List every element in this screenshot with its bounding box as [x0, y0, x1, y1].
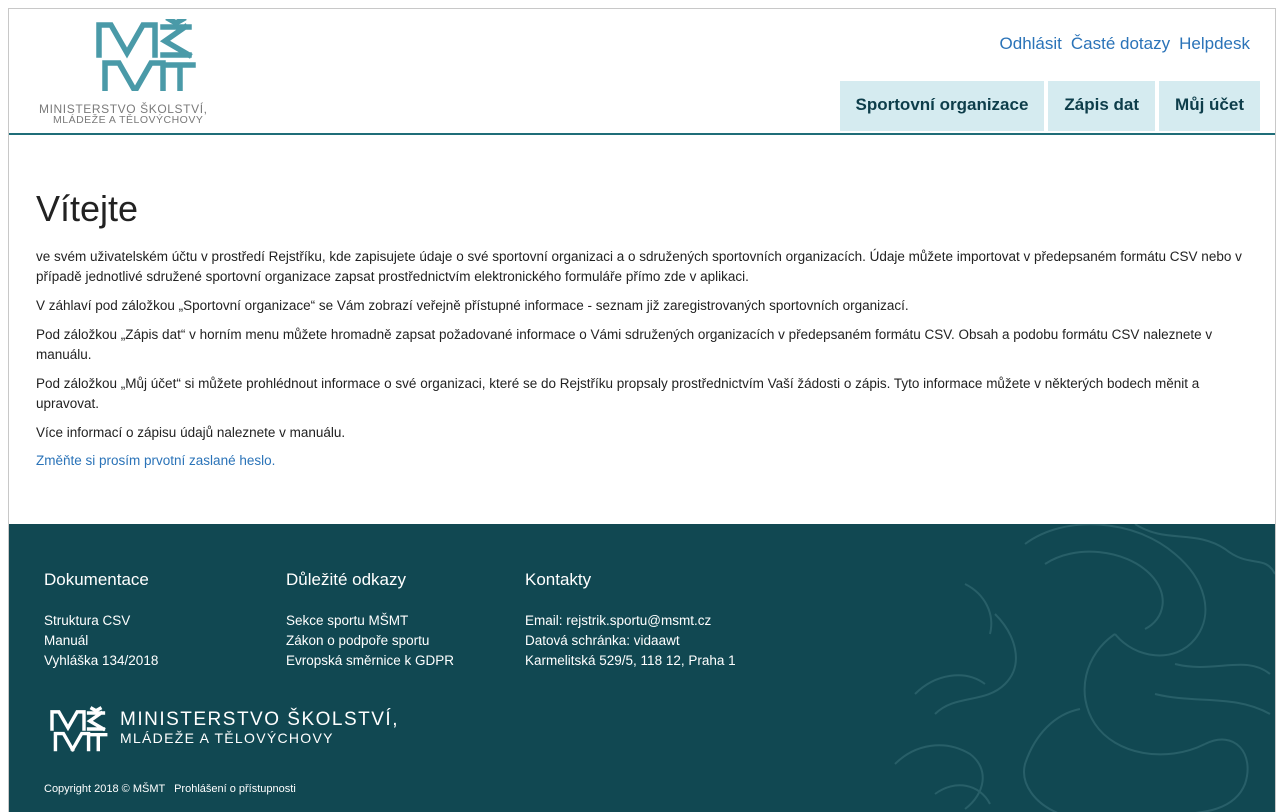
footer-col-title: Důležité odkazy — [286, 570, 407, 589]
footer-link-csv-structure[interactable]: Struktura CSV — [44, 611, 158, 631]
intro-paragraph-5: Více informací o zápisu údajů naleznete … — [36, 425, 346, 440]
main-content: Vítejte ve svém uživatelském účtu v pros… — [9, 137, 1275, 470]
site-footer: Dokumentace Struktura CSV Manuál Vyhlášk… — [9, 524, 1275, 812]
czech-lion-watermark-icon — [894, 524, 1275, 812]
footer-logo-line2: MLÁDEŽE A TĚLOVÝCHOVY — [120, 730, 334, 746]
footer-col-title: Kontakty — [525, 570, 592, 589]
footer-col-contacts: Kontakty Email: rejstrik.sportu@msmt.cz … — [525, 570, 736, 671]
footer-logo-mark — [50, 706, 108, 752]
footer-logo-line1: MINISTERSTVO ŠKOLSTVÍ, — [120, 709, 399, 730]
page-frame: MINISTERSTVO ŠKOLSTVÍ, MLÁDEŽE A TĚLOVÝC… — [8, 8, 1276, 812]
intro-paragraph-2: V záhlaví pod záložkou „Sportovní organi… — [36, 298, 909, 313]
top-links: Odhlásit Časté dotazy Helpdesk — [1000, 34, 1250, 54]
main-nav: Sportovní organizace Zápis dat Můj účet — [839, 81, 1260, 131]
footer-link-decree[interactable]: Vyhláška 134/2018 — [44, 651, 158, 671]
nav-sports-organizations[interactable]: Sportovní organizace — [839, 81, 1045, 131]
intro-paragraph-1: ve svém uživatelském účtu v prostředí Re… — [36, 249, 1242, 284]
footer-contact-email: Email: rejstrik.sportu@msmt.cz — [525, 613, 712, 628]
footer-link-sports-law[interactable]: Zákon o podpoře sportu — [286, 631, 454, 651]
footer-link-manual[interactable]: Manuál — [44, 631, 158, 651]
msmt-logo[interactable]: MINISTERSTVO ŠKOLSTVÍ, MLÁDEŽE A TĚLOVÝC… — [39, 19, 299, 131]
msmt-logo-mark — [96, 19, 196, 91]
helpdesk-link[interactable]: Helpdesk — [1179, 34, 1250, 54]
page-title: Vítejte — [36, 188, 139, 229]
footer-contact-databox: Datová schránka: vidaawt — [525, 633, 680, 648]
logo-text: MINISTERSTVO ŠKOLSTVÍ, MLÁDEŽE A TĚLOVÝC… — [39, 103, 208, 126]
copyright-bar: Copyright 2018 © MŠMT Prohlášení o příst… — [44, 783, 296, 795]
footer-col-title: Dokumentace — [44, 570, 149, 589]
intro-paragraph-3: Pod záložkou „Zápis dat“ v horním menu m… — [36, 327, 1213, 362]
logout-link[interactable]: Odhlásit — [1000, 34, 1062, 54]
copyright-text: Copyright 2018 © MŠMT — [44, 783, 166, 795]
faq-link[interactable]: Časté dotazy — [1071, 34, 1170, 54]
accessibility-statement-link[interactable]: Prohlášení o přístupnosti — [174, 783, 296, 795]
footer-logo-text: MINISTERSTVO ŠKOLSTVÍ, MLÁDEŽE A TĚLOVÝC… — [120, 710, 399, 748]
site-header: MINISTERSTVO ŠKOLSTVÍ, MLÁDEŽE A TĚLOVÝC… — [9, 9, 1275, 135]
nav-my-account[interactable]: Můj účet — [1159, 81, 1260, 131]
change-password-link[interactable]: Změňte si prosím prvotní zaslané heslo. — [36, 453, 275, 468]
footer-col-important-links: Důležité odkazy Sekce sportu MŠMT Zákon … — [286, 570, 454, 671]
footer-logo: MINISTERSTVO ŠKOLSTVÍ, MLÁDEŽE A TĚLOVÝC… — [44, 704, 399, 754]
footer-link-gdpr[interactable]: Evropská směrnice k GDPR — [286, 651, 454, 671]
footer-contact-address: Karmelitská 529/5, 118 12, Praha 1 — [525, 653, 736, 668]
logo-line2: MLÁDEŽE A TĚLOVÝCHOVY — [53, 114, 204, 126]
intro-paragraph-4: Pod záložkou „Můj účet“ si můžete prohlé… — [36, 376, 1200, 411]
nav-data-entry[interactable]: Zápis dat — [1048, 81, 1156, 131]
footer-link-sports-section[interactable]: Sekce sportu MŠMT — [286, 611, 454, 631]
footer-col-documentation: Dokumentace Struktura CSV Manuál Vyhlášk… — [44, 570, 158, 671]
